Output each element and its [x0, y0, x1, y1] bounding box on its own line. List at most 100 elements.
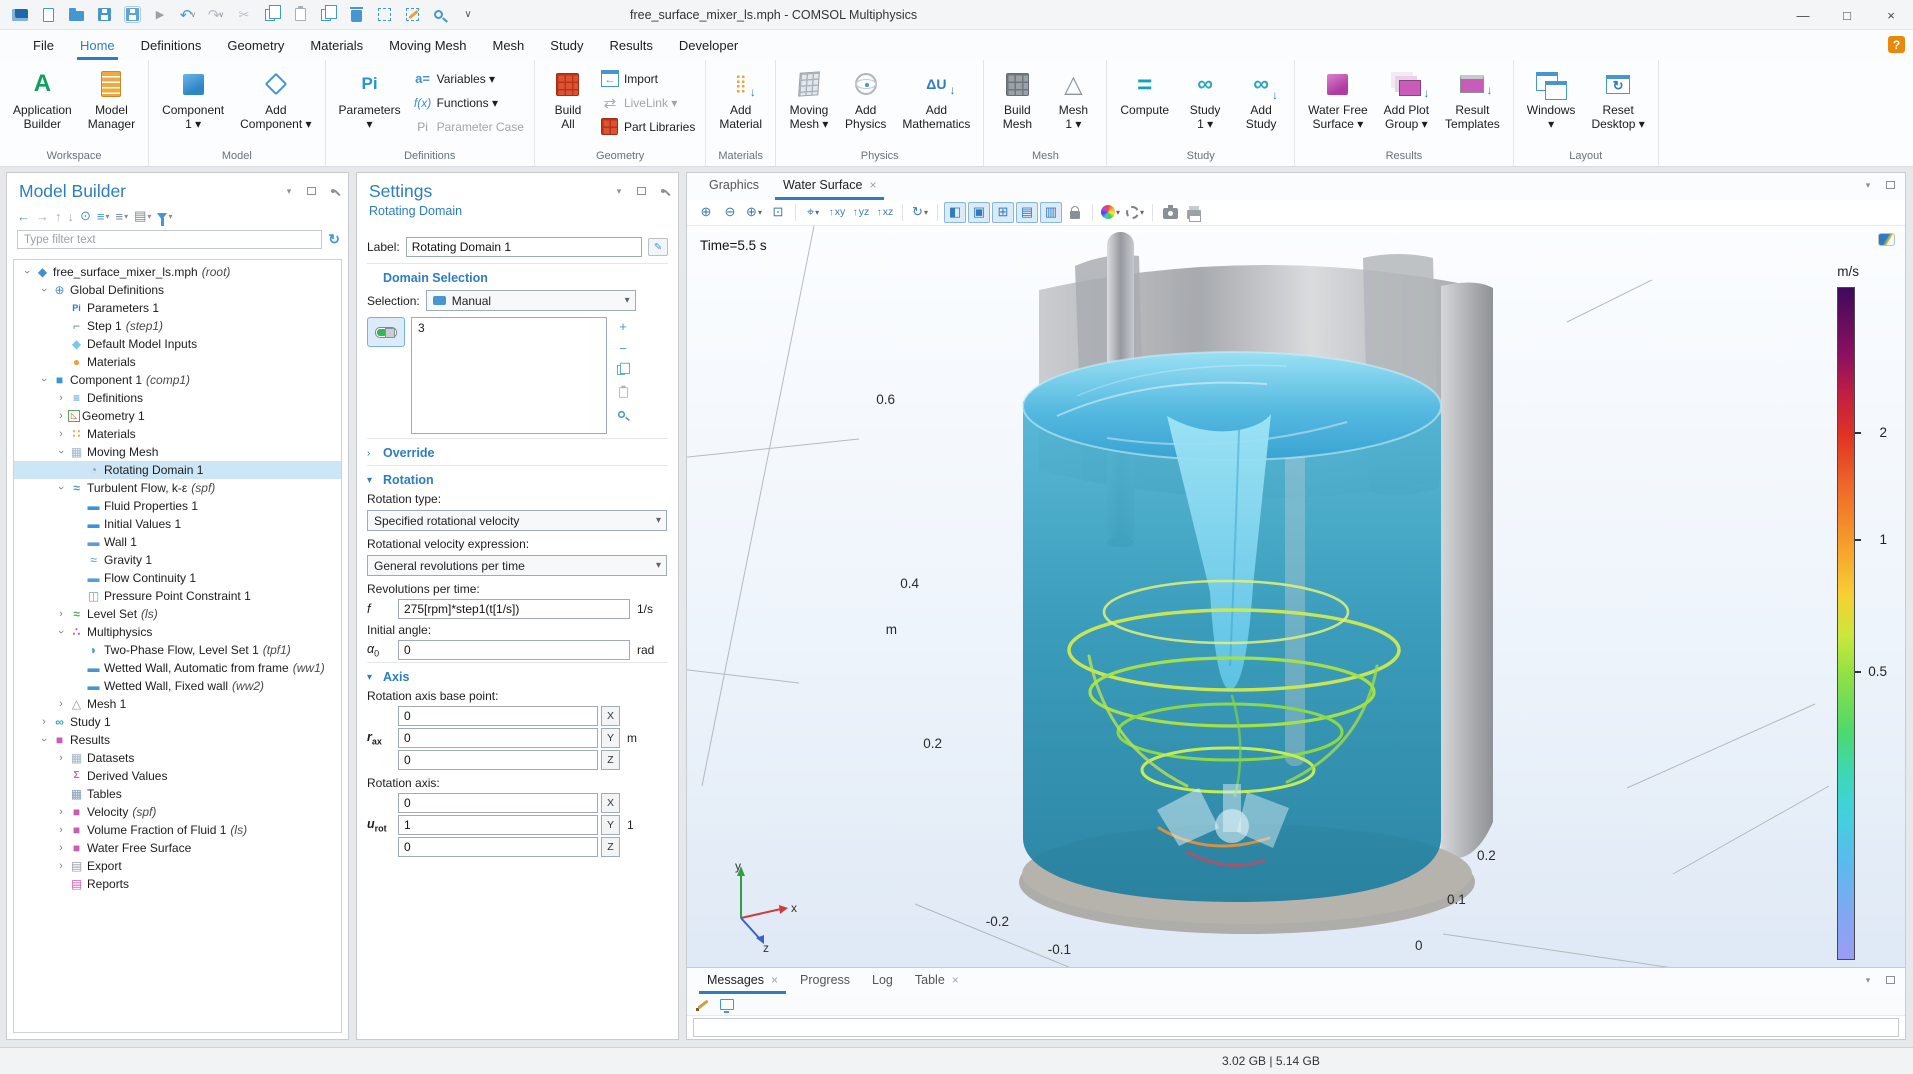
- tree-expander-icon[interactable]: ›: [54, 860, 68, 872]
- paste-icon[interactable]: [288, 4, 312, 26]
- tree-item[interactable]: ▬Wall 1: [14, 533, 341, 551]
- tree-expander-icon[interactable]: ›: [54, 752, 68, 764]
- show-icon[interactable]: ⊙: [80, 208, 91, 224]
- tree-options-icon[interactable]: ▤▾: [134, 208, 151, 224]
- x-component-button[interactable]: X: [601, 793, 620, 813]
- tree-item[interactable]: ⌐Step 1(step1): [14, 317, 341, 335]
- open-file-icon[interactable]: [64, 4, 88, 26]
- show-material-color-icon[interactable]: ▤: [1016, 202, 1038, 223]
- add-study-button[interactable]: ∞Add Study: [1234, 64, 1288, 134]
- rve-combo[interactable]: General revolutions per time: [367, 555, 667, 576]
- tree-item[interactable]: ›▦Datasets: [14, 749, 341, 767]
- rotation-type-combo[interactable]: Specified rotational velocity: [367, 510, 667, 531]
- tree-expander-icon[interactable]: ›: [54, 608, 68, 620]
- duplicate-icon[interactable]: [316, 4, 340, 26]
- tree-expander-icon[interactable]: ›: [21, 265, 33, 279]
- tab-progress[interactable]: Progress: [790, 969, 860, 994]
- show-in-window-icon[interactable]: [720, 999, 734, 1010]
- parameters-button[interactable]: PiParameters ▾: [332, 64, 408, 134]
- section-domain-selection[interactable]: Domain Selection: [367, 263, 668, 290]
- tree-item[interactable]: ●Materials: [14, 353, 341, 371]
- tree-item[interactable]: ▦Tables: [14, 785, 341, 803]
- run-icon[interactable]: ▶: [148, 4, 172, 26]
- windows-button[interactable]: Windows ▾: [1520, 64, 1583, 134]
- float-panel-icon[interactable]: [1883, 974, 1897, 986]
- section-override[interactable]: › Override: [367, 438, 668, 465]
- section-axis[interactable]: ▾ Axis: [367, 662, 668, 689]
- tab-log[interactable]: Log: [862, 969, 903, 994]
- label-input[interactable]: [406, 237, 642, 257]
- mesh-1-button[interactable]: △Mesh 1 ▾: [1046, 64, 1100, 134]
- tree-item[interactable]: ›◺Geometry 1: [14, 407, 341, 425]
- tree-item[interactable]: ›▦Moving Mesh: [14, 443, 341, 461]
- menu-definitions[interactable]: Definitions: [128, 30, 215, 60]
- tab-graphics[interactable]: Graphics: [699, 175, 769, 200]
- environment-settings-icon[interactable]: ▾: [1124, 202, 1146, 223]
- print-icon[interactable]: [1183, 202, 1205, 223]
- tree-item[interactable]: ›■Velocity(spf): [14, 803, 341, 821]
- tree-item[interactable]: ΣDerived Values: [14, 767, 341, 785]
- tree-item[interactable]: ›■Volume Fraction of Fluid 1(ls): [14, 821, 341, 839]
- copy-selection-icon[interactable]: [613, 361, 633, 379]
- view-xy-icon[interactable]: ↑xy: [826, 202, 848, 223]
- model-manager-button[interactable]: Model Manager: [81, 64, 142, 134]
- add-material-button[interactable]: ⣿Add Material: [712, 64, 769, 134]
- tree-item[interactable]: ›≡Definitions: [14, 389, 341, 407]
- build-all-button[interactable]: Build All: [541, 64, 595, 134]
- view-lock-icon[interactable]: [1064, 202, 1086, 223]
- back-icon[interactable]: ←: [17, 209, 30, 224]
- clear-messages-icon[interactable]: [697, 998, 710, 1011]
- float-panel-icon[interactable]: [1883, 179, 1897, 191]
- axis-y-input[interactable]: [398, 815, 598, 835]
- tree-expander-icon[interactable]: ›: [54, 824, 68, 836]
- y-component-button[interactable]: Y: [601, 728, 620, 748]
- zoom-to-selection-icon[interactable]: [613, 405, 633, 423]
- tree-expander-icon[interactable]: ›: [54, 410, 68, 422]
- z-component-button[interactable]: Z: [601, 750, 620, 770]
- tree-item[interactable]: ›∷Materials: [14, 425, 341, 443]
- variables-button[interactable]: a=Variables ▾: [410, 68, 528, 89]
- help-icon[interactable]: ?: [1888, 36, 1905, 53]
- tree-item[interactable]: ›◆free_surface_mixer_ls.mph(root): [14, 263, 341, 281]
- panel-menu-icon[interactable]: ▾: [1861, 179, 1875, 191]
- messages-input[interactable]: [693, 1018, 1899, 1037]
- tree-item[interactable]: ›■Water Free Surface: [14, 839, 341, 857]
- tree-expander-icon[interactable]: ›: [38, 373, 50, 387]
- tree-item[interactable]: ›∴Multiphysics: [14, 623, 341, 641]
- tree-expander-icon[interactable]: ›: [54, 842, 68, 854]
- color-theme-icon[interactable]: ▾: [1099, 202, 1122, 223]
- pin-panel-icon[interactable]: [656, 185, 670, 197]
- graphics-canvas[interactable]: 0.6 0.4 m 0.2 -0.2 -0.1 0.2 0.1 0: [687, 226, 1905, 967]
- zoom-box-icon[interactable]: ⊕▾: [743, 202, 765, 223]
- z-component-button[interactable]: Z: [601, 837, 620, 857]
- tree-item[interactable]: ›⊕Global Definitions: [14, 281, 341, 299]
- tree-item[interactable]: ▬Initial Values 1: [14, 515, 341, 533]
- save-icon[interactable]: [92, 4, 116, 26]
- tree-item[interactable]: ▬Fluid Properties 1: [14, 497, 341, 515]
- maximize-button[interactable]: □: [1825, 0, 1869, 30]
- angle-input[interactable]: [398, 640, 630, 660]
- tree-item[interactable]: PiParameters 1: [14, 299, 341, 317]
- filter-icon[interactable]: ▾: [157, 212, 172, 221]
- tree-item[interactable]: ◗Two-Phase Flow, Level Set 1(tpf1): [14, 641, 341, 659]
- expand-all-icon[interactable]: ≡▾: [97, 209, 110, 224]
- tab-messages[interactable]: Messages×: [697, 969, 788, 994]
- selection-combo[interactable]: Manual: [426, 290, 636, 311]
- study-1-button[interactable]: ∞Study 1 ▾: [1178, 64, 1232, 134]
- zoom-extents-icon[interactable]: ⊡: [767, 202, 789, 223]
- rpt-input[interactable]: [398, 599, 630, 619]
- close-icon[interactable]: ×: [771, 973, 778, 987]
- tree-item[interactable]: ◫Pressure Point Constraint 1: [14, 587, 341, 605]
- tree-item[interactable]: ▤Reports: [14, 875, 341, 893]
- tree-item[interactable]: ›▤Export: [14, 857, 341, 875]
- refresh-icon[interactable]: ↻: [328, 231, 340, 248]
- panel-menu-icon[interactable]: ▾: [612, 185, 626, 197]
- compute-button[interactable]: =Compute: [1113, 64, 1176, 120]
- remove-from-selection-icon[interactable]: −: [613, 339, 633, 357]
- float-panel-icon[interactable]: [634, 185, 648, 197]
- cut-icon[interactable]: ✂: [232, 4, 256, 26]
- collapse-all-icon[interactable]: ≡▾: [116, 209, 129, 224]
- application-builder-button[interactable]: AApplication Builder: [6, 64, 79, 134]
- result-templates-button[interactable]: Result Templates: [1438, 64, 1507, 134]
- tree-expander-icon[interactable]: ›: [54, 806, 68, 818]
